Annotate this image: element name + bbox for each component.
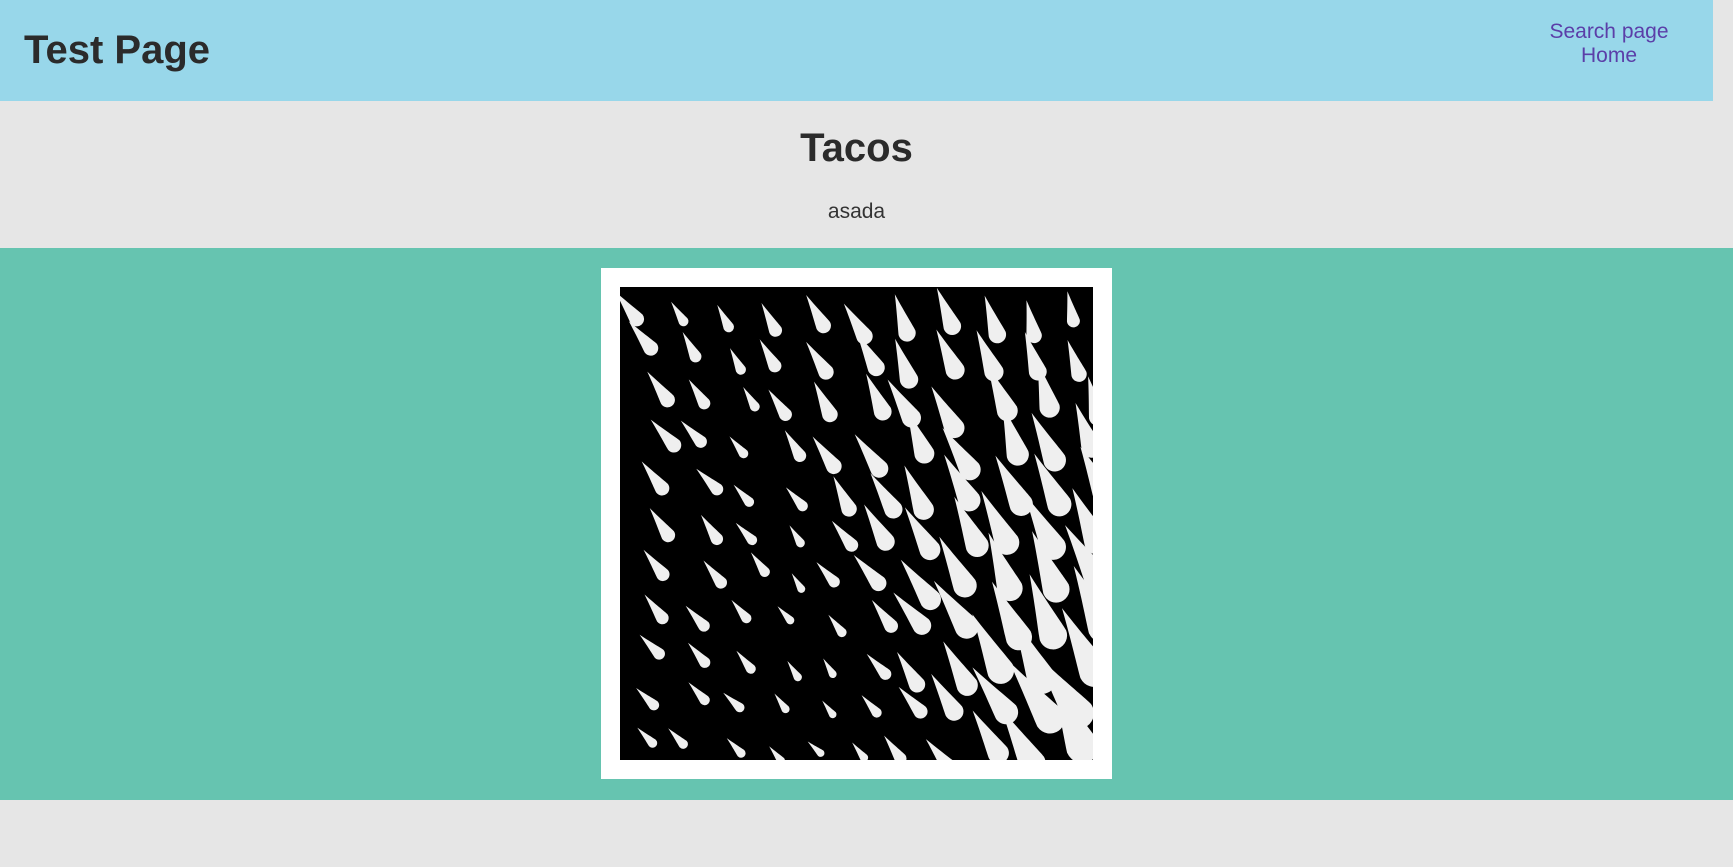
nav-link-search-page[interactable]: Search page (1529, 20, 1689, 44)
teardrop-shape (750, 552, 770, 577)
teardrop-shape (871, 599, 898, 633)
teardrop-shape (730, 348, 746, 375)
teardrop-shape (696, 468, 724, 496)
teardrop-shape (853, 554, 887, 592)
teardrop-shape (784, 430, 807, 463)
teardrop-shape (768, 389, 792, 421)
teardrop-shape (852, 742, 869, 760)
teardrop-shape (723, 692, 745, 713)
teardrop-shape (925, 739, 959, 760)
teardrop-shape (761, 303, 782, 337)
teardrop-shape (1067, 291, 1080, 328)
teardrop-shape (650, 419, 682, 453)
teardrop-shape (736, 650, 756, 674)
teardrop-shape (900, 559, 941, 611)
teardrop-shape (731, 599, 752, 624)
site-title: Test Page (24, 28, 210, 72)
teardrop-shape (785, 487, 808, 512)
teardrop-shape (649, 508, 676, 543)
teardrop-shape (743, 386, 760, 412)
teardrop-shape (726, 738, 746, 758)
teardrop-shape (806, 341, 834, 380)
teardrop-shape (644, 594, 669, 625)
page-heading: Tacos (800, 126, 913, 170)
teardrop-shape (806, 295, 831, 334)
teardrop-shape (812, 436, 842, 475)
teardrop-shape (791, 573, 806, 593)
teardrop-shape (639, 634, 665, 660)
image-frame (601, 268, 1112, 779)
page-subtitle: asada (827, 200, 886, 223)
image-section (0, 248, 1733, 800)
teardrop-shape (936, 287, 962, 335)
teardrop-shape (816, 562, 840, 588)
teardrop-shape (936, 329, 965, 380)
teardrop-shape (685, 605, 710, 632)
teardrop-shape (733, 484, 755, 507)
teardrop-shape (895, 338, 919, 389)
teardrop-shape (687, 642, 711, 668)
teardrop-shape (1026, 300, 1042, 344)
teardrop-shape (735, 522, 758, 546)
teardrop-shape (769, 746, 785, 760)
teardrop-shape (843, 303, 873, 345)
teardrop-shape (861, 695, 882, 718)
teardrop-shape (833, 476, 857, 517)
teardrop-shape (688, 682, 710, 706)
teardrop-shape (1031, 412, 1066, 472)
teardrop-shape (823, 658, 837, 678)
teardrop-shape (688, 379, 711, 410)
teardrop-shape (814, 381, 838, 423)
teardrop-shape (643, 549, 670, 582)
teardrop-shape (894, 294, 916, 342)
teardrop-shape (777, 606, 795, 625)
teardrop-shape (647, 371, 675, 408)
teardrop-shape (831, 520, 859, 552)
teardrop-shape (866, 653, 892, 680)
teardrop-shape (637, 727, 658, 748)
teardrop-shape (866, 373, 892, 421)
teardrop-shape (884, 735, 907, 760)
top-nav: Search page Home (1529, 20, 1689, 68)
artwork-image (620, 287, 1093, 760)
teardrop-shape (787, 660, 802, 682)
teardrop-shape (854, 434, 889, 478)
teardrop-shape (822, 700, 837, 719)
teardrop-shape (1067, 340, 1087, 382)
title-section: Tacos asada (0, 101, 1713, 248)
teardrop-shape (671, 301, 689, 327)
teardrop-shape (897, 651, 926, 693)
teardrop-shape (620, 291, 645, 327)
teardrop-shape (636, 688, 660, 711)
teardrop-shape (759, 339, 782, 373)
teardrop-shape (729, 436, 749, 459)
teardrop-shape (641, 461, 670, 496)
teardrop-shape (828, 614, 847, 638)
teardrop-shape (807, 741, 825, 757)
teardrop-shape (668, 728, 688, 749)
teardrop-shape (700, 514, 724, 546)
teardrop-shape (703, 560, 727, 589)
nav-link-home[interactable]: Home (1529, 44, 1689, 68)
teardrop-shape (717, 304, 734, 333)
teardrop-pattern-graphic (620, 287, 1093, 760)
teardrop-shape (789, 525, 805, 548)
teardrop-shape (680, 420, 707, 448)
teardrop-shape (682, 332, 702, 363)
page-footer-area (0, 800, 1713, 867)
teardrop-shape (774, 693, 790, 714)
site-header: Test Page Search page Home (0, 0, 1713, 101)
